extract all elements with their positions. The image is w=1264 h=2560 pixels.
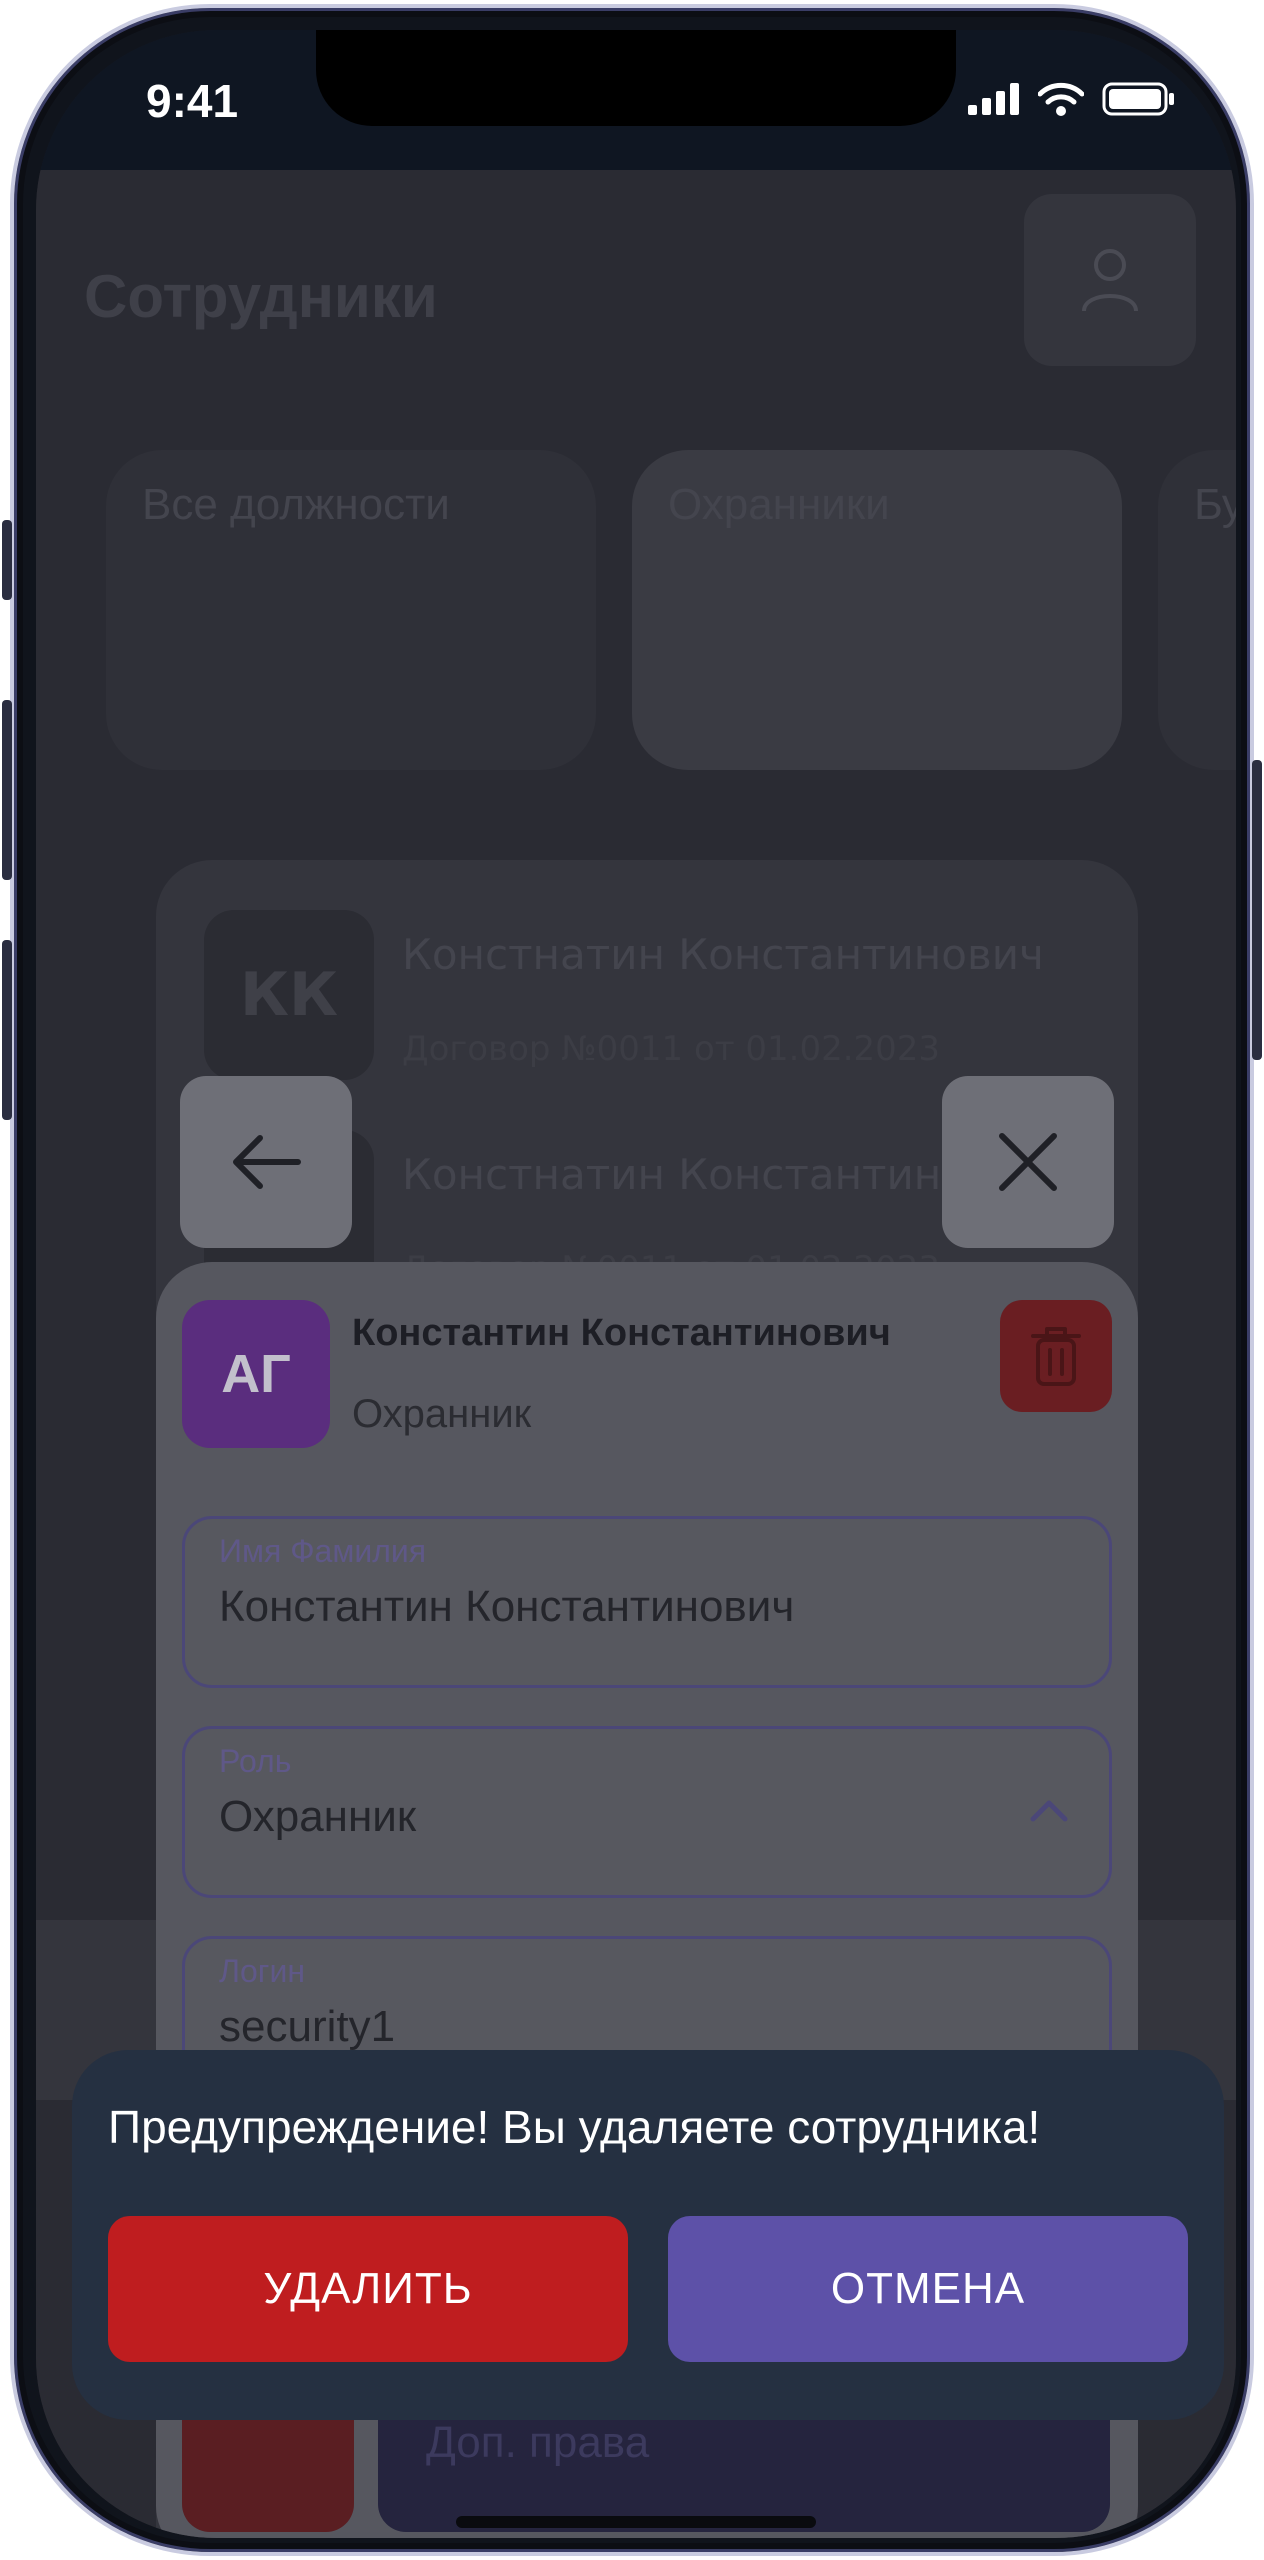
field-label: Логин [219,1953,306,1989]
back-arrow-icon [233,1135,301,1189]
tab-third: Бу [1158,450,1236,770]
delete-employee-button[interactable] [1000,1300,1112,1412]
name-field[interactable]: Имя Фамилия Константин Константинович [182,1516,1112,1688]
field-label: Роль [219,1743,292,1779]
trash-icon [1031,1327,1081,1386]
wifi-icon [1038,82,1084,116]
field-value: Константин Константинович [219,1582,795,1631]
home-indicator[interactable] [456,2516,816,2528]
avatar: АГ [182,1300,330,1448]
notch [316,30,956,126]
status-bar: 9:41 [36,30,1236,170]
dialog-message: Предупреждение! Вы удаляете сотрудника! [108,2101,1041,2153]
tab-guards: Охранники [632,450,1122,770]
tab-all-positions: Все должности [106,450,596,770]
status-icons [968,82,1176,116]
phone-frame: Сотрудники Все должности Охранники Бу КК… [10,4,1254,2556]
employee-role: Охранник [352,1392,532,1436]
position-tabs: Все должности Охранники Бу [106,450,1236,770]
profile-icon [1082,249,1138,312]
field-value: Охранник [219,1792,417,1841]
delete-warning-dialog: Предупреждение! Вы удаляете сотрудника! … [72,2050,1224,2420]
field-label: Имя Фамилия [219,1533,427,1569]
close-button[interactable] [942,1076,1114,1248]
silent-switch [2,520,12,600]
avatar: КК [204,910,374,1080]
profile-button [1024,194,1196,366]
back-button[interactable] [180,1076,352,1248]
volume-down-button [2,940,12,1120]
battery-icon [1102,82,1174,116]
list-item: КК Констнатин Константинович Договор №00… [204,910,1044,1080]
delete-button[interactable]: УДАЛИТЬ [108,2216,628,2362]
employee-name: Константин Константинович [352,1312,891,1354]
role-select[interactable]: Роль Охранник [182,1726,1112,1898]
volume-up-button [2,700,12,880]
chevron-up-icon [1030,1800,1068,1822]
employee-contract: Договор №0011 от 01.02.2023 [402,1029,941,1069]
field-value: security1 [219,2002,396,2051]
cancel-button[interactable]: ОТМЕНА [668,2216,1188,2362]
signal-icon [968,83,1019,115]
close-icon [999,1133,1057,1191]
employee-name: Констнатин Константин [402,1150,942,1199]
power-button [1252,760,1262,1060]
status-time: 9:41 [146,75,239,127]
page-title: Сотрудники [84,263,438,330]
employee-name: Констнатин Константинович [402,930,1044,979]
screen: Сотрудники Все должности Охранники Бу КК… [36,30,1236,2538]
